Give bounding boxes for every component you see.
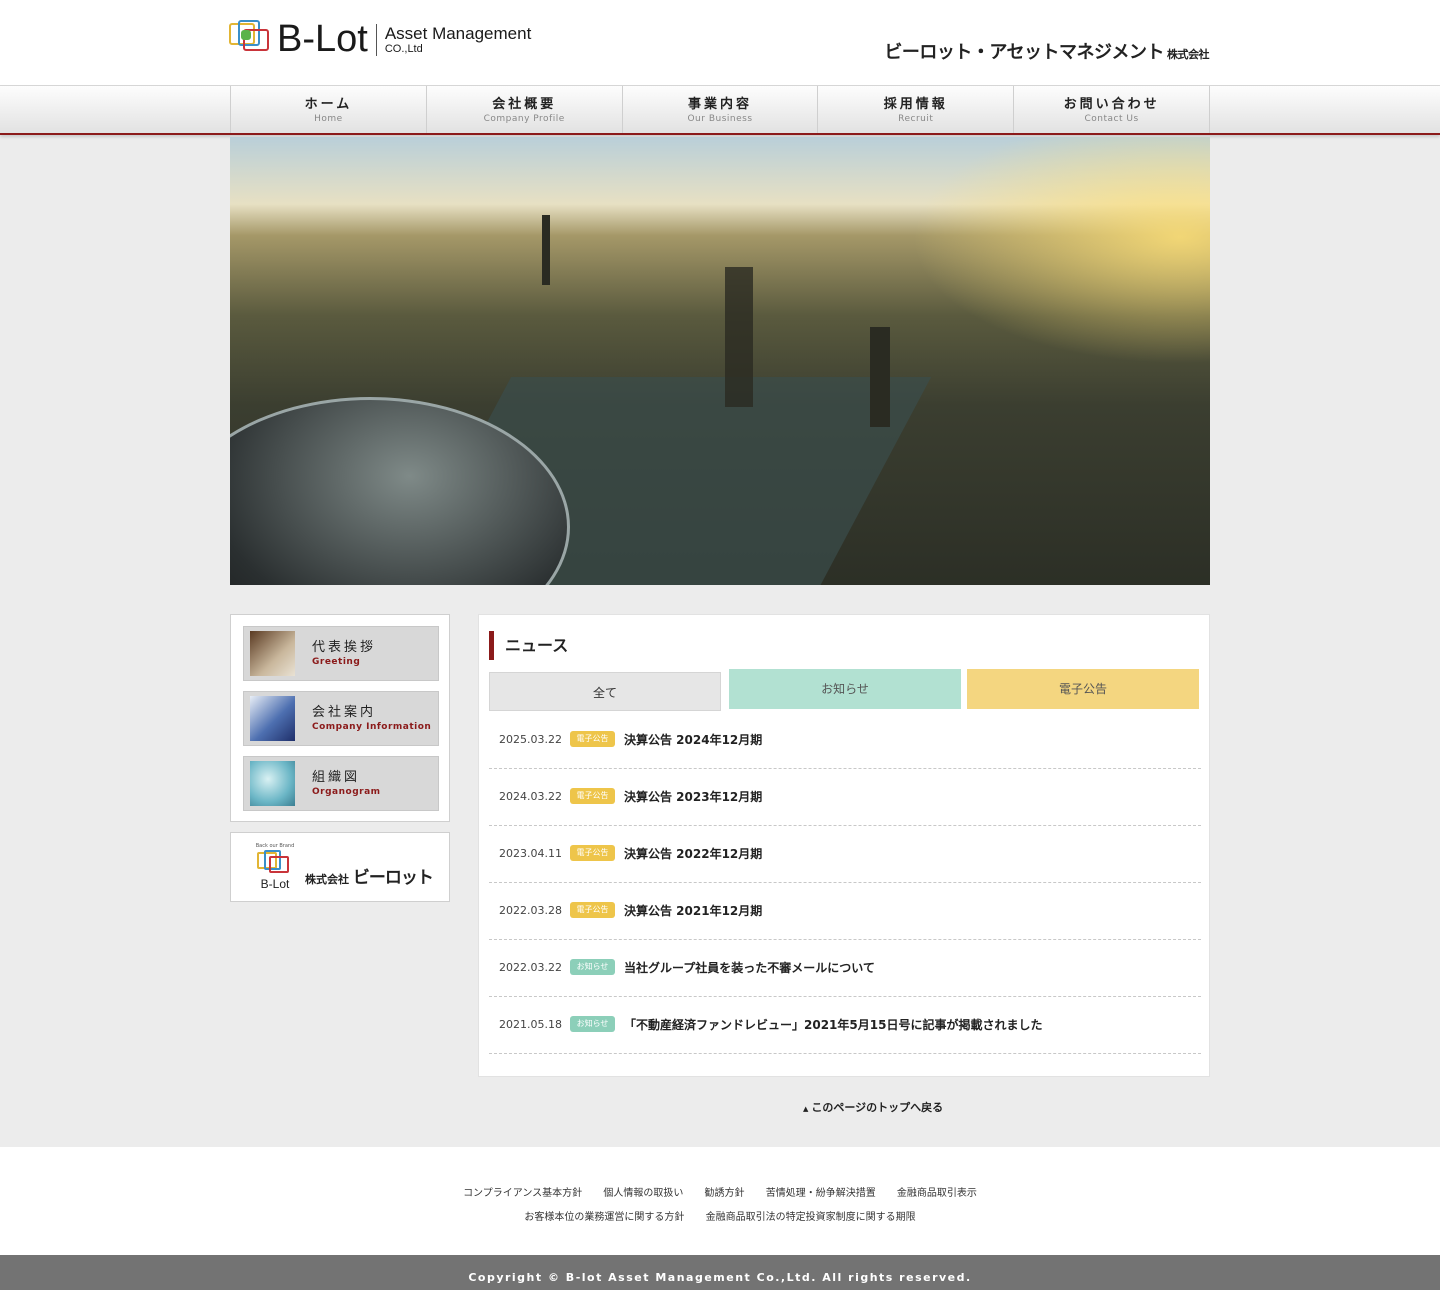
nav-item-recruit[interactable]: 採用情報 Recruit [818, 86, 1015, 133]
b-lot-banner[interactable]: Back our Brand B-Lot 株式会社 ビーロット [230, 832, 450, 902]
nav-item-contact[interactable]: お問い合わせ Contact Us [1014, 86, 1210, 133]
footer-link-professional-investor[interactable]: 金融商品取引法の特定投資家制度に関する期限 [706, 1212, 916, 1223]
news-title-link[interactable]: 当社グループ社員を装った不審メールについて [624, 959, 875, 976]
news-title-link[interactable]: 「不動産経済ファンドレビュー」2021年5月15日号に記事が掲載されました [624, 1016, 1042, 1033]
sidebar-item-company-information[interactable]: 会社案内 Company Information [243, 691, 439, 746]
company-name-jp-suffix: 株式会社 [1167, 49, 1210, 61]
nav-item-label: 事業内容 [687, 97, 752, 112]
footer-links-row1: コンプライアンス基本方針 個人情報の取扱い 勧誘方針 苦情処理・紛争解決措置 金… [0, 1184, 1440, 1199]
logo-divider [375, 24, 377, 56]
site-footer: コンプライアンス基本方針 個人情報の取扱い 勧誘方針 苦情処理・紛争解決措置 金… [0, 1147, 1440, 1255]
sidebar-item-greeting[interactable]: 代表挨拶 Greeting [243, 626, 439, 681]
nav-item-label: 会社概要 [492, 97, 557, 112]
news-date: 2024.03.22 [499, 789, 562, 803]
banner-company-prefix: 株式会社 [305, 873, 349, 886]
news-item[interactable]: 2025.03.22 電子公告 決算公告 2024年12月期 [489, 712, 1201, 769]
b-lot-logo-icon: Back our Brand B-Lot [255, 843, 295, 891]
sidebar-item-label: 会社案内 [312, 705, 377, 720]
news-title-link[interactable]: 決算公告 2021年12月期 [624, 902, 762, 919]
site-logo[interactable]: B-Lot Asset Management CO.,Ltd [229, 20, 531, 60]
tab-all[interactable]: 全て [489, 672, 721, 711]
footer-links-row2: お客様本位の業務運営に関する方針 金融商品取引法の特定投資家制度に関する期限 [0, 1208, 1440, 1223]
news-category-badge: 電子公告 [570, 731, 615, 747]
news-date: 2021.05.18 [499, 1017, 562, 1031]
news-title-link[interactable]: 決算公告 2024年12月期 [624, 731, 762, 748]
news-date: 2022.03.28 [499, 903, 562, 917]
footer-link-complaints[interactable]: 苦情処理・紛争解決措置 [766, 1188, 876, 1199]
footer-link-customer-first-policy[interactable]: お客様本位の業務運営に関する方針 [524, 1212, 684, 1223]
news-date: 2022.03.22 [499, 960, 562, 974]
banner-tagline: Back our Brand [255, 843, 295, 849]
news-item[interactable]: 2022.03.28 電子公告 決算公告 2021年12月期 [489, 883, 1201, 940]
company-name-jp-main: ビーロット・アセットマネジメント [884, 42, 1164, 62]
news-panel: ニュース 全て お知らせ 電子公告 2025.03.22 電子公告 決算公告 2… [478, 614, 1210, 1077]
nav-item-label: ホーム [304, 97, 353, 112]
site-header: B-Lot Asset Management CO.,Ltd ビーロット・アセッ… [0, 0, 1440, 86]
logo-subtitle-line2: CO.,Ltd [384, 43, 423, 55]
nav-item-sublabel: Recruit [898, 114, 934, 124]
logo-subtitle: Asset Management CO.,Ltd [384, 20, 532, 56]
footer-link-solicitation-policy[interactable]: 勧誘方針 [705, 1188, 745, 1199]
nav-item-company-profile[interactable]: 会社概要 Company Profile [427, 86, 623, 133]
hero-tower-shape [725, 267, 753, 407]
news-title-link[interactable]: 決算公告 2023年12月期 [624, 788, 762, 805]
nav-item-sublabel: Company Profile [483, 114, 565, 124]
news-tabs: 全て お知らせ 電子公告 [489, 669, 1201, 711]
logo-mark-icon [229, 20, 271, 58]
news-category-badge: 電子公告 [570, 902, 615, 918]
logo-subtitle-line1: Asset Management [384, 24, 532, 43]
banner-mark-text: B-Lot [260, 877, 290, 891]
back-to-top-label: このページのトップへ戻る [811, 1101, 944, 1114]
news-category-badge: 電子公告 [570, 845, 615, 861]
nav-item-label: 採用情報 [883, 97, 948, 112]
news-date: 2025.03.22 [499, 732, 562, 746]
organogram-thumbnail [250, 761, 295, 806]
banner-company-name: 株式会社 ビーロット [305, 863, 434, 888]
sidebar-menu: 代表挨拶 Greeting 会社案内 Company Information 組… [230, 614, 450, 822]
news-heading: ニュース [489, 631, 568, 660]
global-nav: ホーム Home 会社概要 Company Profile 事業内容 Our B… [0, 86, 1440, 135]
news-date: 2023.04.11 [499, 846, 562, 860]
hero-tower-shape [870, 327, 890, 427]
news-item[interactable]: 2023.04.11 電子公告 決算公告 2022年12月期 [489, 826, 1201, 883]
nav-item-label: お問い合わせ [1063, 97, 1160, 112]
sidebar-item-sublabel: Greeting [312, 657, 361, 667]
news-item[interactable]: 2024.03.22 電子公告 決算公告 2023年12月期 [489, 769, 1201, 826]
sidebar-item-sublabel: Company Information [312, 722, 432, 732]
sidebar-item-organogram[interactable]: 組織図 Organogram [243, 756, 439, 811]
hero-image [230, 137, 1210, 585]
nav-item-sublabel: Home [314, 114, 343, 124]
company-name-jp: ビーロット・アセットマネジメント 株式会社 [884, 38, 1209, 64]
news-item[interactable]: 2022.03.22 お知らせ 当社グループ社員を装った不審メールについて [489, 940, 1201, 997]
news-category-badge: お知らせ [570, 1016, 615, 1032]
news-title-link[interactable]: 決算公告 2022年12月期 [624, 845, 762, 862]
nav-item-our-business[interactable]: 事業内容 Our Business [623, 86, 819, 133]
greeting-thumbnail [250, 631, 295, 676]
news-item[interactable]: 2021.05.18 お知らせ 「不動産経済ファンドレビュー」2021年5月15… [489, 997, 1201, 1054]
footer-link-compliance[interactable]: コンプライアンス基本方針 [463, 1188, 582, 1199]
sidebar-item-label: 組織図 [312, 770, 361, 785]
sidebar-item-label: 代表挨拶 [312, 640, 377, 655]
triangle-up-icon: ▲ [803, 1105, 809, 1113]
hero-tower-shape [542, 215, 550, 285]
tab-info[interactable]: お知らせ [729, 669, 961, 709]
news-category-badge: 電子公告 [570, 788, 615, 804]
nav-item-sublabel: Contact Us [1084, 114, 1139, 124]
news-category-badge: お知らせ [570, 959, 615, 975]
news-list: 2025.03.22 電子公告 決算公告 2024年12月期 2024.03.2… [489, 712, 1201, 1054]
back-to-top-link[interactable]: ▲ このページのトップへ戻る [803, 1099, 943, 1115]
sidebar-item-sublabel: Organogram [312, 787, 381, 797]
nav-item-home[interactable]: ホーム Home [231, 86, 427, 133]
nav-item-sublabel: Our Business [687, 114, 753, 124]
copyright: Copyright © B-lot Asset Management Co.,L… [0, 1255, 1440, 1290]
company-information-thumbnail [250, 696, 295, 741]
logo-text: B-Lot [277, 18, 368, 60]
footer-link-fiea-display[interactable]: 金融商品取引表示 [897, 1188, 977, 1199]
tab-public-notice[interactable]: 電子公告 [967, 669, 1199, 709]
banner-company-main: ビーロット [352, 868, 434, 888]
footer-link-privacy[interactable]: 個人情報の取扱い [603, 1188, 683, 1199]
